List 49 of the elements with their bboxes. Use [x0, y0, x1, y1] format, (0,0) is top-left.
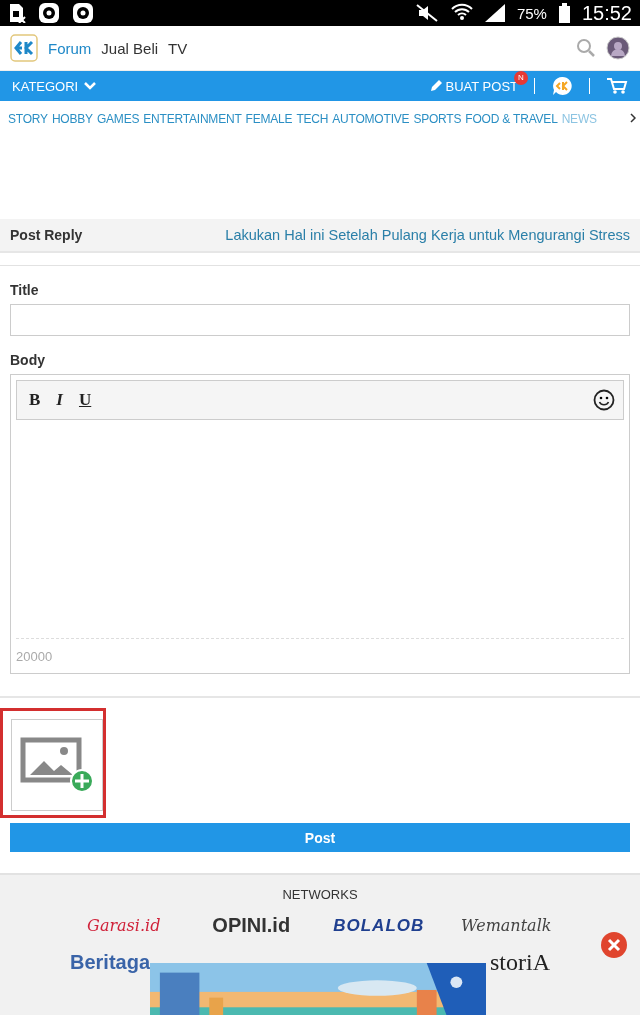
cart-icon[interactable]	[606, 77, 628, 95]
chevron-right-icon[interactable]	[630, 113, 636, 123]
search-icon[interactable]	[576, 38, 596, 58]
italic-button[interactable]: I	[52, 388, 67, 412]
chat-icon[interactable]	[551, 75, 573, 97]
battery-level: 75%	[516, 4, 547, 22]
sim-icon	[8, 3, 26, 23]
section-heading: NETWORKS	[281, 887, 359, 902]
clock: 15:52	[581, 1, 632, 25]
mute-icon	[414, 4, 439, 22]
section-heading: Post Reply	[10, 227, 83, 243]
category-link[interactable]: GAMES	[96, 112, 140, 126]
category-link[interactable]: ENTERTAINMENT	[143, 112, 242, 126]
body-field[interactable]: B I U 20000	[10, 374, 630, 674]
pencil-icon	[428, 79, 442, 93]
bold-button[interactable]: B	[25, 388, 45, 412]
network-logo[interactable]: storiA	[490, 949, 550, 976]
add-image-icon	[20, 737, 94, 793]
network-logo[interactable]: OPINI.id	[212, 914, 291, 937]
avatar-icon[interactable]	[606, 36, 630, 60]
network-logo[interactable]: Wemantalk	[461, 916, 552, 935]
network-logo[interactable]: Beritaga	[70, 951, 151, 974]
field-label: Title	[10, 282, 40, 298]
chevron-icon	[84, 82, 97, 90]
category-link[interactable]: STORY	[8, 112, 48, 126]
post-button[interactable]: Post	[10, 823, 630, 852]
field-label: Body	[10, 352, 46, 368]
thread-link[interactable]: Lakukan Hal ini Setelah Pulang Kerja untuk Mengurangi Stress	[225, 227, 630, 243]
image-upload-button[interactable]	[11, 719, 103, 811]
nav-link[interactable]: Jual Beli	[101, 39, 159, 57]
network-logo[interactable]: Garasi.id	[87, 916, 161, 935]
category-link[interactable]: HOBBY	[51, 112, 93, 126]
category-link[interactable]: FOOD & TRAVEL	[465, 112, 558, 126]
underline-button[interactable]: U	[74, 388, 96, 412]
nav-link[interactable]: Forum	[48, 39, 92, 57]
category-menu[interactable]: KATEGORI	[12, 78, 97, 94]
nav-link[interactable]: TV	[168, 39, 188, 57]
close-icon[interactable]	[600, 931, 628, 959]
battery-icon	[558, 3, 570, 23]
smiley-icon[interactable]	[593, 389, 615, 411]
category-link[interactable]: AUTOMOTIVE	[332, 112, 410, 126]
title-field[interactable]	[10, 304, 630, 336]
character-count: 20000	[16, 648, 54, 666]
category-link[interactable]: TECH	[296, 112, 329, 126]
logo-icon[interactable]	[10, 34, 38, 62]
network-logo[interactable]: BOLALOB	[333, 915, 425, 936]
signal-icon	[484, 4, 505, 22]
category-link[interactable]: FEMALE	[245, 112, 293, 126]
category-link[interactable]: SPORTS	[413, 112, 462, 126]
